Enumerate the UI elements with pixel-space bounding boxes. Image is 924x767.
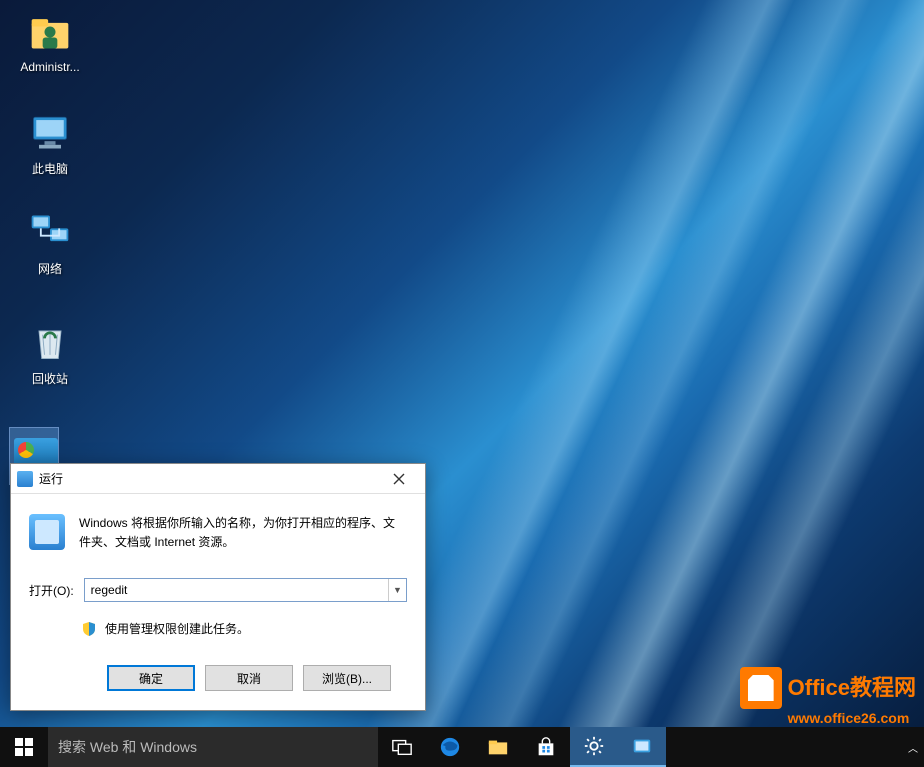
- close-icon: [393, 473, 405, 485]
- run-dialog-icon: [29, 514, 65, 550]
- gear-icon: [583, 735, 605, 757]
- edge-icon: [439, 736, 461, 758]
- start-button[interactable]: [0, 727, 48, 767]
- admin-note: 使用管理权限创建此任务。: [105, 620, 249, 637]
- ok-button[interactable]: 确定: [107, 665, 195, 691]
- desktop-icon-network[interactable]: 网络: [10, 208, 90, 277]
- desktop-icon-this-pc[interactable]: 此电脑: [10, 108, 90, 177]
- desktop-icon-label: 网络: [10, 260, 90, 277]
- run-dialog-description: Windows 将根据你所输入的名称，为你打开相应的程序、文件夹、文档或 Int…: [79, 514, 407, 552]
- folder-icon: [487, 736, 509, 758]
- open-combobox[interactable]: ▼: [84, 578, 407, 602]
- tray-chevron-up-icon[interactable]: ︿: [908, 740, 918, 755]
- open-input[interactable]: [84, 578, 407, 602]
- chevron-down-icon[interactable]: ▼: [388, 579, 406, 601]
- taskbar-edge[interactable]: [426, 727, 474, 767]
- taskbar-run[interactable]: [618, 727, 666, 767]
- task-view-button[interactable]: [378, 727, 426, 767]
- desktop-icon-recycle-bin[interactable]: 回收站: [10, 318, 90, 387]
- run-dialog: 运行 Windows 将根据你所输入的名称，为你打开相应的程序、文件夹、文档或 …: [10, 463, 426, 711]
- watermark-line2: www.office26.com: [788, 711, 916, 725]
- windows-logo-icon: [15, 738, 33, 756]
- store-icon: [535, 736, 557, 758]
- task-view-icon: [391, 736, 413, 758]
- run-dialog-titlebar[interactable]: 运行: [11, 464, 425, 494]
- close-button[interactable]: [379, 467, 419, 491]
- network-icon: [26, 208, 74, 256]
- shield-icon: [81, 621, 97, 637]
- watermark: Office教程网 www.office26.com: [740, 667, 916, 725]
- open-label: 打开(O):: [29, 582, 74, 599]
- watermark-line1: Office教程网: [788, 675, 916, 700]
- computer-icon: [26, 108, 74, 156]
- desktop-icon-user[interactable]: Administr...: [10, 8, 90, 74]
- run-task-icon: [631, 735, 653, 757]
- run-app-icon: [17, 471, 33, 487]
- user-folder-icon: [26, 8, 74, 56]
- desktop-icon-label: 此电脑: [10, 160, 90, 177]
- desktop-icon-label: Administr...: [10, 60, 90, 74]
- cancel-button[interactable]: 取消: [205, 665, 293, 691]
- browse-button[interactable]: 浏览(B)...: [303, 665, 391, 691]
- watermark-icon: [740, 667, 782, 709]
- run-dialog-title: 运行: [39, 470, 379, 487]
- desktop-icon-label: 回收站: [10, 370, 90, 387]
- taskbar: 搜索 Web 和 Windows ︿: [0, 727, 924, 767]
- search-placeholder: 搜索 Web 和 Windows: [58, 737, 197, 757]
- system-tray[interactable]: ︿: [902, 727, 924, 767]
- recycle-bin-icon: [26, 318, 74, 366]
- taskbar-settings[interactable]: [570, 727, 618, 767]
- taskbar-explorer[interactable]: [474, 727, 522, 767]
- taskbar-store[interactable]: [522, 727, 570, 767]
- taskbar-search[interactable]: 搜索 Web 和 Windows: [48, 727, 378, 767]
